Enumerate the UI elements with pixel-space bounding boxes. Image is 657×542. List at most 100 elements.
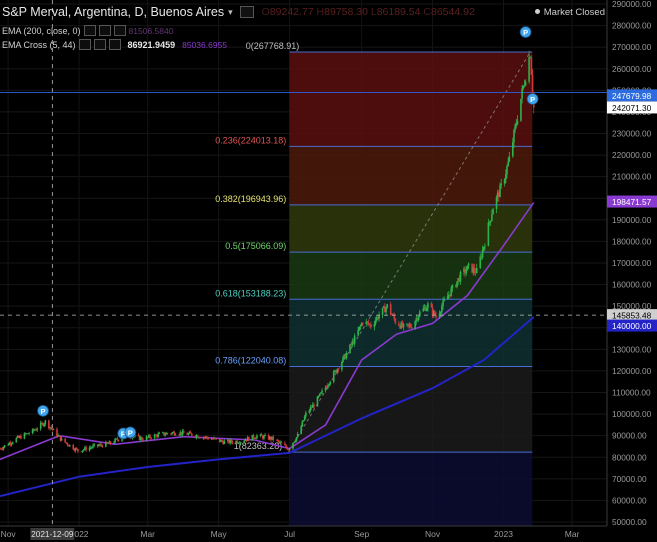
price-chart[interactable]: 0(267768.91) 0.236(224013.18) 0.382(196943… bbox=[0, 0, 657, 542]
y-tick-label: 100000.00 bbox=[612, 409, 652, 419]
pivot-marker-label: P bbox=[523, 28, 528, 37]
fib-label: 0.5(175066.09) bbox=[225, 241, 286, 251]
candle-body bbox=[196, 435, 199, 438]
y-tick-label: 80000.00 bbox=[612, 452, 647, 462]
candle-body bbox=[56, 428, 58, 437]
candle-body bbox=[206, 436, 208, 438]
candle-body bbox=[349, 344, 351, 354]
market-status: Market Closed bbox=[534, 7, 605, 18]
y-tick-label: 220000.00 bbox=[612, 150, 652, 160]
candle-body bbox=[327, 385, 329, 388]
candle-body bbox=[2, 446, 5, 450]
candle-body bbox=[264, 435, 266, 436]
y-tick-label: 70000.00 bbox=[612, 474, 647, 484]
candle-body bbox=[367, 322, 370, 325]
indicator-value-fast: 86921.9459 bbox=[127, 39, 176, 50]
candle-body bbox=[414, 321, 416, 329]
candle-body bbox=[500, 183, 502, 186]
candle-body bbox=[329, 381, 332, 385]
y-tick-label: 290000.00 bbox=[612, 0, 652, 9]
candle-body bbox=[479, 256, 482, 269]
candle-body bbox=[230, 439, 233, 443]
candle-body bbox=[489, 220, 492, 223]
indicator-ema-cross[interactable]: EMA Cross (5, 44) 86921.9459 85036.6955 bbox=[2, 39, 227, 50]
candle-body bbox=[91, 447, 93, 449]
x-tick-label: 2023 bbox=[494, 529, 513, 539]
chevron-down-icon[interactable]: ▾ bbox=[228, 7, 233, 18]
candle-body bbox=[75, 448, 78, 450]
x-tick-label: Nov bbox=[425, 529, 441, 539]
candle-body bbox=[507, 161, 509, 166]
eye-icon[interactable] bbox=[83, 25, 96, 36]
candle-body bbox=[370, 324, 372, 328]
y-tick-label: 280000.00 bbox=[612, 21, 652, 31]
eye-icon[interactable] bbox=[78, 39, 91, 50]
fib-zone-0-618 bbox=[289, 299, 533, 367]
candle-body bbox=[359, 325, 362, 327]
fib-zone-0-5 bbox=[289, 252, 533, 300]
candle-body bbox=[285, 445, 287, 448]
candle-body bbox=[467, 263, 470, 266]
fib-zone-0 bbox=[289, 51, 533, 147]
settings-icon[interactable] bbox=[239, 6, 254, 18]
candle-body bbox=[443, 299, 446, 301]
candle-body bbox=[20, 436, 22, 439]
settings-icon[interactable] bbox=[93, 39, 106, 50]
candle-body bbox=[409, 324, 412, 327]
candle-body bbox=[465, 270, 468, 274]
candle-body bbox=[157, 433, 159, 437]
candle-body bbox=[505, 174, 507, 180]
candle-body bbox=[77, 449, 79, 452]
candle-body bbox=[417, 316, 420, 321]
candle-body bbox=[116, 438, 119, 440]
candle-body bbox=[308, 410, 311, 413]
candle-body bbox=[506, 165, 508, 175]
candle-body bbox=[441, 306, 443, 313]
y-tick-label: 190000.00 bbox=[612, 215, 652, 225]
candle-body bbox=[521, 88, 523, 99]
candle-body bbox=[487, 222, 490, 246]
close-icon[interactable] bbox=[108, 39, 121, 50]
candle-body bbox=[231, 442, 234, 444]
symbol-title[interactable]: S&P Merval, Argentina, D, Buenos Aires bbox=[2, 5, 224, 19]
settings-icon[interactable] bbox=[98, 25, 111, 36]
candle-body bbox=[394, 318, 397, 324]
candle-body bbox=[430, 303, 433, 308]
candle-body bbox=[491, 214, 493, 221]
ohlc-readout: O89242.77 H89758.30 L86189.54 C86544.92 bbox=[261, 6, 475, 18]
candle-body bbox=[317, 395, 320, 397]
candle-body bbox=[313, 404, 315, 407]
candle-body bbox=[530, 57, 533, 75]
close-icon[interactable] bbox=[113, 25, 126, 36]
candle-body bbox=[503, 179, 506, 184]
candle-body bbox=[466, 265, 469, 271]
candle-body bbox=[142, 439, 144, 441]
candle-body bbox=[243, 441, 245, 443]
candle-body bbox=[117, 439, 120, 441]
candle-body bbox=[398, 323, 400, 326]
candle-body bbox=[300, 426, 302, 435]
candle-body bbox=[109, 441, 112, 444]
y-tick-label: 110000.00 bbox=[612, 388, 651, 398]
candle-body bbox=[82, 449, 85, 451]
x-tick-label: Sep bbox=[354, 529, 369, 539]
x-tick-label: Mar bbox=[140, 529, 155, 539]
candle-body bbox=[456, 281, 458, 287]
candle-body bbox=[328, 384, 330, 386]
candle-body bbox=[332, 371, 335, 382]
candle-body bbox=[15, 438, 18, 443]
candle-body bbox=[386, 304, 389, 308]
candle-body bbox=[98, 445, 100, 447]
candle-body bbox=[72, 444, 75, 450]
candle-body bbox=[252, 434, 255, 439]
candle-body bbox=[373, 323, 376, 328]
candle-body bbox=[513, 129, 515, 143]
candle-body bbox=[215, 438, 218, 440]
candle-body bbox=[482, 246, 485, 250]
price-tag-label: 145853.48 bbox=[612, 311, 652, 321]
indicator-ema200[interactable]: EMA (200, close, 0) 81506.5840 bbox=[2, 25, 173, 36]
candle-body bbox=[236, 440, 239, 444]
candle-body bbox=[263, 435, 265, 439]
candle-body bbox=[357, 329, 359, 336]
candle-body bbox=[337, 369, 340, 370]
